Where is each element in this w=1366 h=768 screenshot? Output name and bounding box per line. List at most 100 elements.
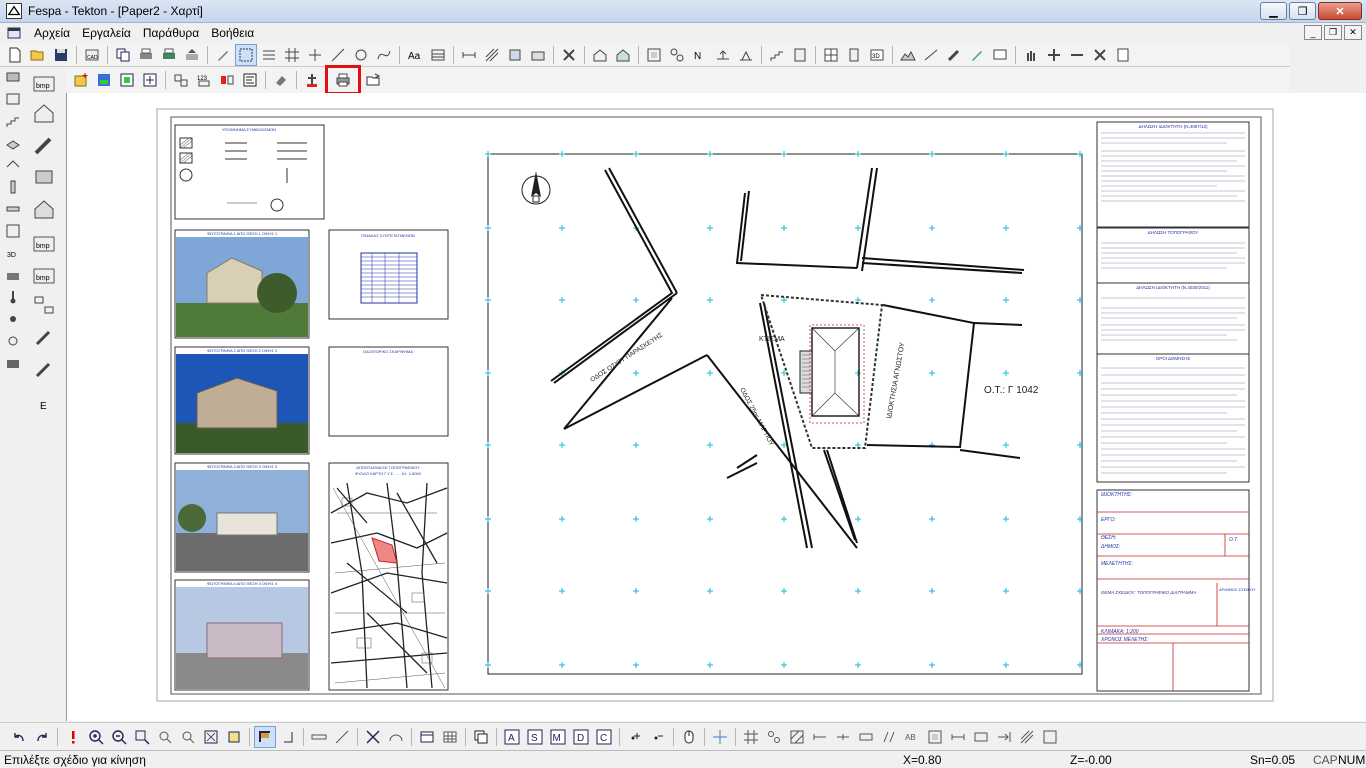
coordinates-table[interactable]: ΠΙΝΑΚΑΣ ΣΥΝΤΕΤΑΓΜΕΝΩΝ (328, 229, 449, 320)
left2-stamp-button[interactable] (30, 163, 58, 191)
left2-dropper2-button[interactable] (30, 355, 58, 383)
tb1-btn-28[interactable] (612, 44, 634, 66)
snap-dim-button[interactable] (947, 726, 969, 748)
redo-button[interactable] (31, 726, 53, 748)
zoom-next-button[interactable] (177, 726, 199, 748)
measure-line-button[interactable] (331, 726, 353, 748)
left2-house-button[interactable] (30, 99, 58, 127)
tb1-btn-40[interactable] (920, 44, 942, 66)
mode-m-button[interactable]: M (547, 726, 569, 748)
zoom-out-button[interactable] (108, 726, 130, 748)
block-button[interactable] (527, 44, 549, 66)
minimize-button[interactable]: ▁ (1260, 2, 1287, 20)
tools-button[interactable] (558, 44, 580, 66)
drawing-canvas[interactable]: ΥΠΟΜΝΗΜΑ ΣΥΜΒΟΛΙΣΜΩΝ ΦΩΤΟΓΡΑΦΙΑ 1 ΑΠΟ ΘΕ… (66, 93, 1366, 721)
left2-e-button[interactable]: E (30, 387, 58, 415)
snap-grid-button[interactable] (740, 726, 762, 748)
zoom-window-button[interactable] (131, 726, 153, 748)
left-btn-8[interactable] (2, 221, 24, 241)
photo-frame-4[interactable]: ΦΩΤΟΓΡΑΦΙΑ 4 ΑΠΟ ΘΕΣΗ 4 ΟΨΗΣ 4 (174, 579, 310, 691)
fespa-app-icon[interactable] (6, 3, 22, 19)
ortho-button[interactable] (254, 725, 276, 748)
circle-button[interactable] (350, 44, 372, 66)
left-btn-4[interactable] (2, 133, 24, 153)
properties-button[interactable] (239, 69, 261, 91)
left-btn-12[interactable] (2, 309, 24, 329)
left-btn-6[interactable] (2, 177, 24, 197)
mode-s-button[interactable]: S (524, 726, 546, 748)
pan-button[interactable] (1020, 44, 1042, 66)
location-sketch[interactable]: ΟΔΟΙΠΟΡΙΚΟ ΣΚΑΡΙΦΗΜΑ (328, 346, 449, 437)
document-menu-icon[interactable] (6, 25, 22, 41)
open-paper-button[interactable] (363, 69, 385, 91)
left2-brush-button[interactable] (30, 131, 58, 159)
mouse-button[interactable] (678, 726, 700, 748)
numbering-button[interactable]: 123 (193, 69, 215, 91)
menu-files[interactable]: Αρχεία (28, 26, 76, 40)
snap-text-button[interactable]: AB (901, 726, 923, 748)
text-button[interactable]: Aa (404, 44, 426, 66)
copy-layer-button[interactable] (470, 726, 492, 748)
left-btn-7[interactable] (2, 199, 24, 219)
print-button[interactable] (325, 65, 361, 95)
menu-windows[interactable]: Παράθυρα (137, 26, 205, 40)
symbol-button[interactable] (504, 44, 526, 66)
align-button[interactable] (170, 69, 192, 91)
left-btn-11[interactable] (2, 287, 24, 307)
tb1-btn-31[interactable]: N (689, 44, 711, 66)
tb1-btn-42[interactable] (966, 44, 988, 66)
tb1-btn-43[interactable] (989, 44, 1011, 66)
tb1-btn-38[interactable]: 3D (866, 44, 888, 66)
left2-bmp-button[interactable]: bmp (30, 67, 58, 95)
mdi-minimize-button[interactable]: _ (1304, 25, 1322, 40)
snap-tan-button[interactable] (878, 726, 900, 748)
zoom-extents-button[interactable] (200, 726, 222, 748)
snap-rect-button[interactable] (970, 726, 992, 748)
mode-d-button[interactable]: D (570, 726, 592, 748)
pen-tool-button[interactable] (212, 44, 234, 66)
left2-bmp2-button[interactable]: bmp (30, 227, 58, 255)
tb1-btn-37[interactable] (843, 44, 865, 66)
legend-panel[interactable]: ΥΠΟΜΝΗΜΑ ΣΥΜΒΟΛΙΣΜΩΝ (174, 124, 325, 220)
tb1-btn-46[interactable] (1066, 44, 1088, 66)
photo-frame-1[interactable]: ΦΩΤΟΓΡΑΦΙΑ 1 ΑΠΟ ΘΕΣΗ 1 ΟΨΗΣ 1 (174, 229, 310, 339)
erase-button[interactable] (270, 69, 292, 91)
photo-frame-2[interactable]: ΦΩΤΟΓΡΑΦΙΑ 2 ΑΠΟ ΘΕΣΗ 2 ΟΨΗΣ 2 (174, 346, 310, 455)
snap-node-button[interactable] (763, 726, 785, 748)
left-btn-2[interactable] (2, 89, 24, 109)
maximize-button[interactable]: ❐ (1289, 2, 1316, 20)
save-button[interactable] (50, 44, 72, 66)
snap-hatch-button[interactable] (786, 726, 808, 748)
insert-frame-button[interactable] (139, 69, 161, 91)
delete-button[interactable] (1089, 44, 1111, 66)
title-block[interactable]: ΙΔΙΟΚΤΗΤΗΣ: ΕΡΓΟ: ΘΕΣΗ: ΔΗΜΟΣ: Ο.Τ. ΜΕΛΕ… (1096, 489, 1256, 692)
left2-dropper-button[interactable] (30, 323, 58, 351)
snap-image-button[interactable] (1039, 726, 1061, 748)
pan-paper-button[interactable] (301, 69, 323, 91)
open-file-button[interactable] (27, 44, 49, 66)
zoom-prev-button[interactable] (154, 726, 176, 748)
tb1-btn-48[interactable] (1112, 44, 1134, 66)
layers-button[interactable] (258, 44, 280, 66)
tb1-btn-41[interactable] (943, 44, 965, 66)
corner-button[interactable] (277, 726, 299, 748)
table-grid-button[interactable] (439, 726, 461, 748)
left-btn-14[interactable] (2, 353, 24, 373)
insert-image-button[interactable] (93, 69, 115, 91)
snap-end-button[interactable] (809, 726, 831, 748)
mdi-restore-button[interactable]: ❐ (1324, 25, 1342, 40)
tb1-btn-33[interactable] (735, 44, 757, 66)
left-btn-13[interactable] (2, 331, 24, 351)
hatch-button[interactable] (481, 44, 503, 66)
plot-button[interactable] (158, 44, 180, 66)
snap-perp-button[interactable] (855, 726, 877, 748)
dimension-button[interactable] (458, 44, 480, 66)
photo-frame-3[interactable]: ΦΩΤΟΓΡΑΦΙΑ 3 ΑΠΟ ΘΕΣΗ 3 ΟΨΗΣ 3 (174, 462, 310, 573)
snap-mid-button[interactable] (832, 726, 854, 748)
mdi-close-button[interactable]: ✕ (1344, 25, 1362, 40)
select-all-button[interactable] (362, 726, 384, 748)
tb1-btn-45[interactable] (1043, 44, 1065, 66)
left2-bmp3-button[interactable]: bmp (30, 259, 58, 287)
crosshair-button[interactable] (709, 726, 731, 748)
print-preview-button[interactable] (135, 44, 157, 66)
